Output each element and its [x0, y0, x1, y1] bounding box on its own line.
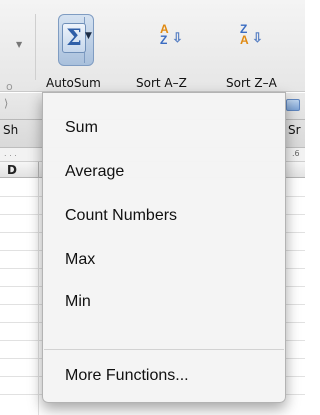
sort-az-bottom-letter: Z — [160, 33, 168, 47]
sort-az-label[interactable]: Sort A–Z — [136, 76, 187, 90]
chevron-down-icon[interactable]: ▼ — [85, 31, 92, 41]
chevron-down-icon[interactable]: ▼ — [16, 40, 22, 49]
truncated-label: Sh — [3, 123, 19, 137]
sigma-glyph: Σ — [66, 25, 82, 51]
truncated-label: o — [6, 80, 13, 93]
menu-item-more-functions[interactable]: More Functions... — [43, 359, 285, 393]
arrow-down-icon: ⇩ — [172, 30, 183, 45]
autosum-main-segment[interactable]: Σ — [61, 17, 86, 63]
left-chevron-icon[interactable]: ⟩ — [4, 97, 8, 110]
column-divider — [38, 162, 39, 178]
menu-item-max[interactable]: Max — [43, 243, 285, 277]
sort-za-label[interactable]: Sort Z–A — [226, 76, 277, 90]
menu-item-count-numbers[interactable]: Count Numbers — [43, 199, 285, 233]
autosum-dropdown-menu: Sum Average Count Numbers Max Min More F… — [42, 92, 286, 403]
autosum-label[interactable]: AutoSum — [46, 76, 101, 90]
toolbar-divider — [35, 14, 36, 80]
sort-za-bottom-letter: A — [240, 33, 249, 47]
ruler-number: .6 — [292, 149, 300, 158]
menu-item-min[interactable]: Min — [43, 285, 285, 319]
column-header-d[interactable]: D — [7, 163, 17, 177]
ruler-ticks: . . . — [4, 149, 17, 158]
arrow-down-icon: ⇩ — [252, 30, 263, 45]
toolbar-icon[interactable] — [286, 99, 300, 111]
menu-separator — [44, 349, 284, 350]
toolbar-left-stub: ▼ o — [0, 0, 28, 93]
autosum-button[interactable]: Σ ▼ — [58, 14, 94, 66]
menu-item-average[interactable]: Average — [43, 155, 285, 189]
ribbon-toolbar: ▼ o Σ ▼ A Z ⇩ Z A ⇩ AutoSum Sort A–Z Sor… — [0, 0, 305, 93]
menu-item-sum[interactable]: Sum — [43, 111, 285, 145]
truncated-label: Sr — [288, 123, 301, 137]
sort-ascending-icon[interactable]: A Z ⇩ — [156, 22, 183, 52]
sort-descending-icon[interactable]: Z A ⇩ — [236, 22, 263, 52]
